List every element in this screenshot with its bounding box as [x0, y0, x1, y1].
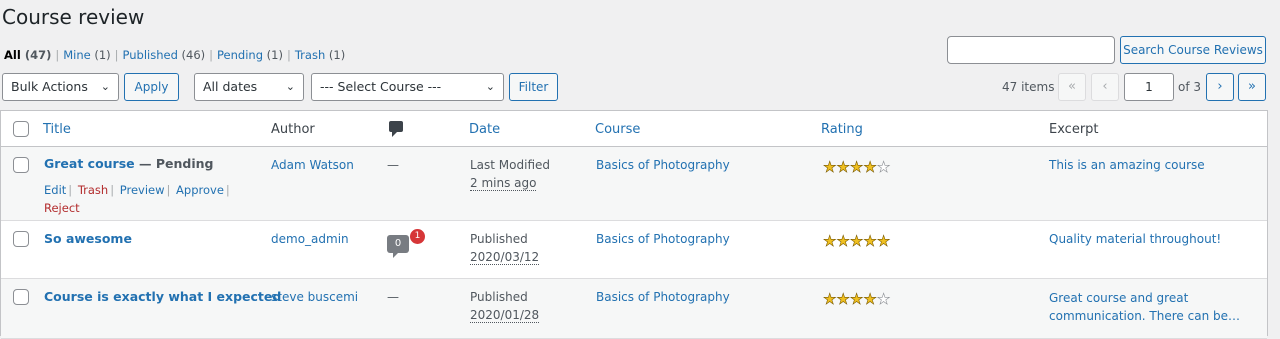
column-rating[interactable]: Rating — [821, 122, 863, 137]
course-value: --- Select Course --- — [320, 79, 442, 94]
items-count: 47 items — [1002, 80, 1055, 94]
status-filter-links: All (47) | Mine (1) | Published (46) | Pending… — [4, 48, 346, 62]
first-page-button[interactable]: « — [1058, 73, 1086, 101]
excerpt-link-line1[interactable]: Great course and great — [1049, 291, 1188, 305]
star-icon: ★ — [849, 290, 864, 308]
rating-stars: ★★★★★ — [823, 290, 891, 308]
date-value: 2 mins ago — [470, 176, 537, 191]
row-actions: Edit | Trash | Preview | Approve | Reject — [44, 183, 230, 215]
table-row: Course is exactly what I expected steve … — [1, 279, 1267, 339]
comments-none: — — [387, 290, 399, 304]
date-status: Published — [470, 290, 528, 304]
author-link[interactable]: Adam Watson — [271, 158, 354, 172]
review-title-link[interactable]: Great course — [44, 156, 135, 171]
dates-select[interactable]: All dates ⌄ — [194, 73, 304, 101]
table-header: Title Author Date Course Rating Excerpt — [1, 111, 1267, 147]
page-title: Course review — [2, 5, 145, 29]
preview-link[interactable]: Preview — [120, 183, 165, 197]
chevron-down-icon: ⌄ — [100, 80, 110, 93]
search-input[interactable] — [947, 36, 1115, 64]
chevron-down-icon: ⌄ — [285, 80, 295, 93]
review-title-link[interactable]: So awesome — [44, 231, 132, 246]
chevron-down-icon: ⌄ — [485, 80, 495, 93]
star-icon: ★ — [863, 290, 877, 308]
star-icon: ★ — [876, 158, 891, 176]
bulk-actions-select[interactable]: Bulk Actions ⌄ — [2, 73, 119, 101]
edit-link[interactable]: Edit — [44, 183, 66, 197]
star-icon: ★ — [836, 158, 850, 176]
star-icon: ★ — [849, 158, 864, 176]
filter-button[interactable]: Filter — [509, 73, 558, 101]
star-icon: ★ — [836, 232, 850, 250]
star-icon: ★ — [823, 290, 837, 308]
bulk-actions-value: Bulk Actions — [11, 79, 88, 94]
date-status: Published — [470, 232, 528, 246]
comment-count-bubble[interactable]: 0 — [387, 235, 409, 258]
star-icon: ★ — [876, 290, 891, 308]
current-page-input[interactable]: 1 — [1124, 73, 1174, 101]
date-value: 2020/03/12 — [470, 250, 540, 265]
pending-state: — Pending — [134, 156, 214, 171]
search-button[interactable]: Search Course Reviews — [1120, 36, 1266, 64]
row-checkbox[interactable] — [13, 289, 29, 305]
column-course[interactable]: Course — [595, 122, 640, 137]
trash-link[interactable]: Trash — [78, 183, 108, 197]
apply-button[interactable]: Apply — [124, 73, 179, 101]
pending-comments-badge[interactable]: 1 — [410, 229, 425, 244]
filter-trash[interactable]: Trash (1) — [295, 48, 345, 62]
next-page-button[interactable]: › — [1206, 73, 1234, 101]
filter-pending[interactable]: Pending (1) — [217, 48, 283, 62]
select-all-checkbox[interactable] — [13, 121, 29, 137]
course-link[interactable]: Basics of Photography — [596, 232, 730, 246]
comments-none: — — [387, 158, 399, 172]
column-author: Author — [271, 122, 315, 137]
star-icon: ★ — [836, 290, 850, 308]
star-icon: ★ — [849, 232, 864, 250]
date-cell: Published 2020/03/12 — [470, 230, 540, 266]
date-cell: Published 2020/01/28 — [470, 288, 540, 324]
prev-page-button[interactable]: ‹ — [1091, 73, 1119, 101]
column-date[interactable]: Date — [469, 122, 500, 137]
table-row: Great course — Pending Edit | Trash | Prev… — [1, 147, 1267, 221]
total-pages: of 3 — [1178, 80, 1202, 94]
author-link[interactable]: demo_admin — [271, 232, 349, 246]
course-link[interactable]: Basics of Photography — [596, 290, 730, 304]
table-row: So awesome demo_admin 0 1 Published 2020… — [1, 221, 1267, 279]
excerpt-link[interactable]: This is an amazing course — [1049, 158, 1205, 172]
rating-stars: ★★★★★ — [823, 158, 891, 176]
approve-link[interactable]: Approve — [176, 183, 224, 197]
date-status: Last Modified — [470, 158, 551, 172]
filter-published[interactable]: Published (46) — [123, 48, 206, 62]
reviews-table: Title Author Date Course Rating Excerpt … — [0, 110, 1268, 339]
excerpt-link-line2[interactable]: communication. There can be… — [1049, 309, 1240, 323]
row-checkbox[interactable] — [13, 157, 29, 173]
star-icon: ★ — [863, 158, 877, 176]
star-icon: ★ — [876, 232, 891, 250]
star-icon: ★ — [863, 232, 877, 250]
filter-all[interactable]: All (47) — [4, 48, 51, 62]
column-title[interactable]: Title — [43, 122, 71, 137]
last-page-button[interactable]: » — [1238, 73, 1266, 101]
date-value: 2020/01/28 — [470, 308, 540, 323]
star-icon: ★ — [823, 158, 837, 176]
comment-icon — [389, 121, 403, 137]
row-checkbox[interactable] — [13, 231, 29, 247]
excerpt-cell: Great course and great communication. Th… — [1049, 289, 1240, 325]
author-link[interactable]: steve buscemi — [271, 290, 358, 304]
rating-stars: ★★★★★ — [823, 232, 891, 250]
column-excerpt: Excerpt — [1049, 122, 1099, 137]
dates-value: All dates — [203, 79, 258, 94]
excerpt-link[interactable]: Quality material throughout! — [1049, 232, 1221, 246]
date-cell: Last Modified 2 mins ago — [470, 156, 550, 192]
reject-link[interactable]: Reject — [44, 201, 80, 215]
review-title-link[interactable]: Course is exactly what I expected — [44, 289, 281, 304]
course-select[interactable]: --- Select Course --- ⌄ — [311, 73, 504, 101]
course-link[interactable]: Basics of Photography — [596, 158, 730, 172]
filter-mine[interactable]: Mine (1) — [63, 48, 110, 62]
star-icon: ★ — [823, 232, 837, 250]
